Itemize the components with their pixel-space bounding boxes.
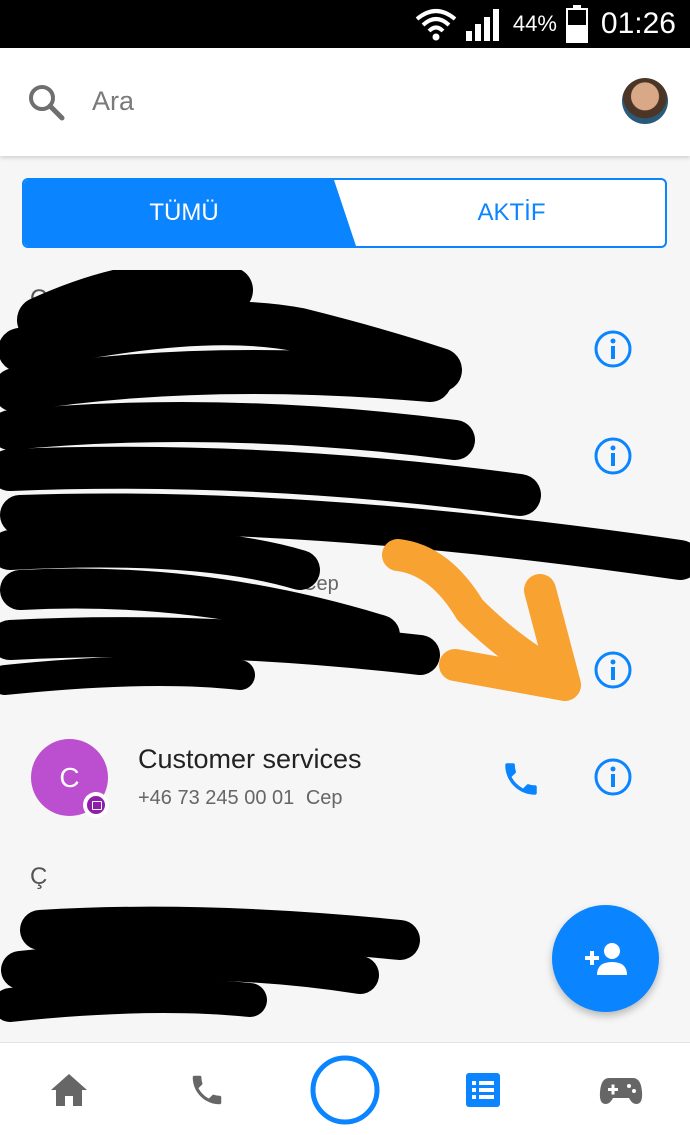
redaction-scribble-bottom	[0, 906, 420, 1022]
camera-circle-icon	[310, 1055, 380, 1124]
search-input[interactable]: Ara	[92, 86, 134, 117]
wifi-icon	[415, 9, 457, 41]
battery-percent: 44%	[512, 11, 557, 36]
home-icon	[51, 1073, 87, 1106]
add-person-icon	[584, 942, 627, 975]
search-icon[interactable]	[26, 82, 66, 122]
filter-tabs: TÜMÜ AKTİF	[22, 178, 667, 248]
game-controller-icon	[599, 1077, 643, 1104]
bottom-navigation	[0, 1042, 690, 1135]
call-icon[interactable]	[500, 758, 542, 800]
clock: 01:26	[600, 7, 676, 40]
messenger-badge-icon	[83, 792, 109, 818]
contact-subtitle: +46 73 245 00 01 Cep	[138, 787, 343, 810]
signal-icon	[465, 9, 499, 41]
contact-name[interactable]: Customer services	[138, 744, 362, 775]
tab-all[interactable]: TÜMÜ	[24, 180, 344, 246]
phone-icon	[192, 1075, 222, 1104]
nav-games[interactable]	[576, 1043, 666, 1135]
nav-camera[interactable]	[300, 1043, 390, 1135]
search-bar[interactable]: Ara	[0, 48, 690, 156]
section-header-c-cedilla: Ç	[30, 863, 48, 890]
contacts-list-icon	[466, 1072, 500, 1107]
nav-contacts[interactable]	[438, 1043, 528, 1135]
add-contact-button[interactable]	[552, 905, 659, 1012]
contact-info-icon[interactable]	[593, 757, 633, 797]
contact-phone-type: Cep	[305, 787, 343, 809]
nav-calls[interactable]	[162, 1043, 252, 1135]
redaction-scribble	[0, 270, 690, 701]
status-bar: 44% 01:26	[0, 0, 690, 48]
tab-active[interactable]: AKTİF	[356, 180, 665, 246]
contact-phone: +46 73 245 00 01	[138, 787, 295, 809]
profile-avatar[interactable]	[622, 78, 668, 124]
nav-home[interactable]	[24, 1043, 114, 1135]
battery-icon	[565, 5, 588, 43]
